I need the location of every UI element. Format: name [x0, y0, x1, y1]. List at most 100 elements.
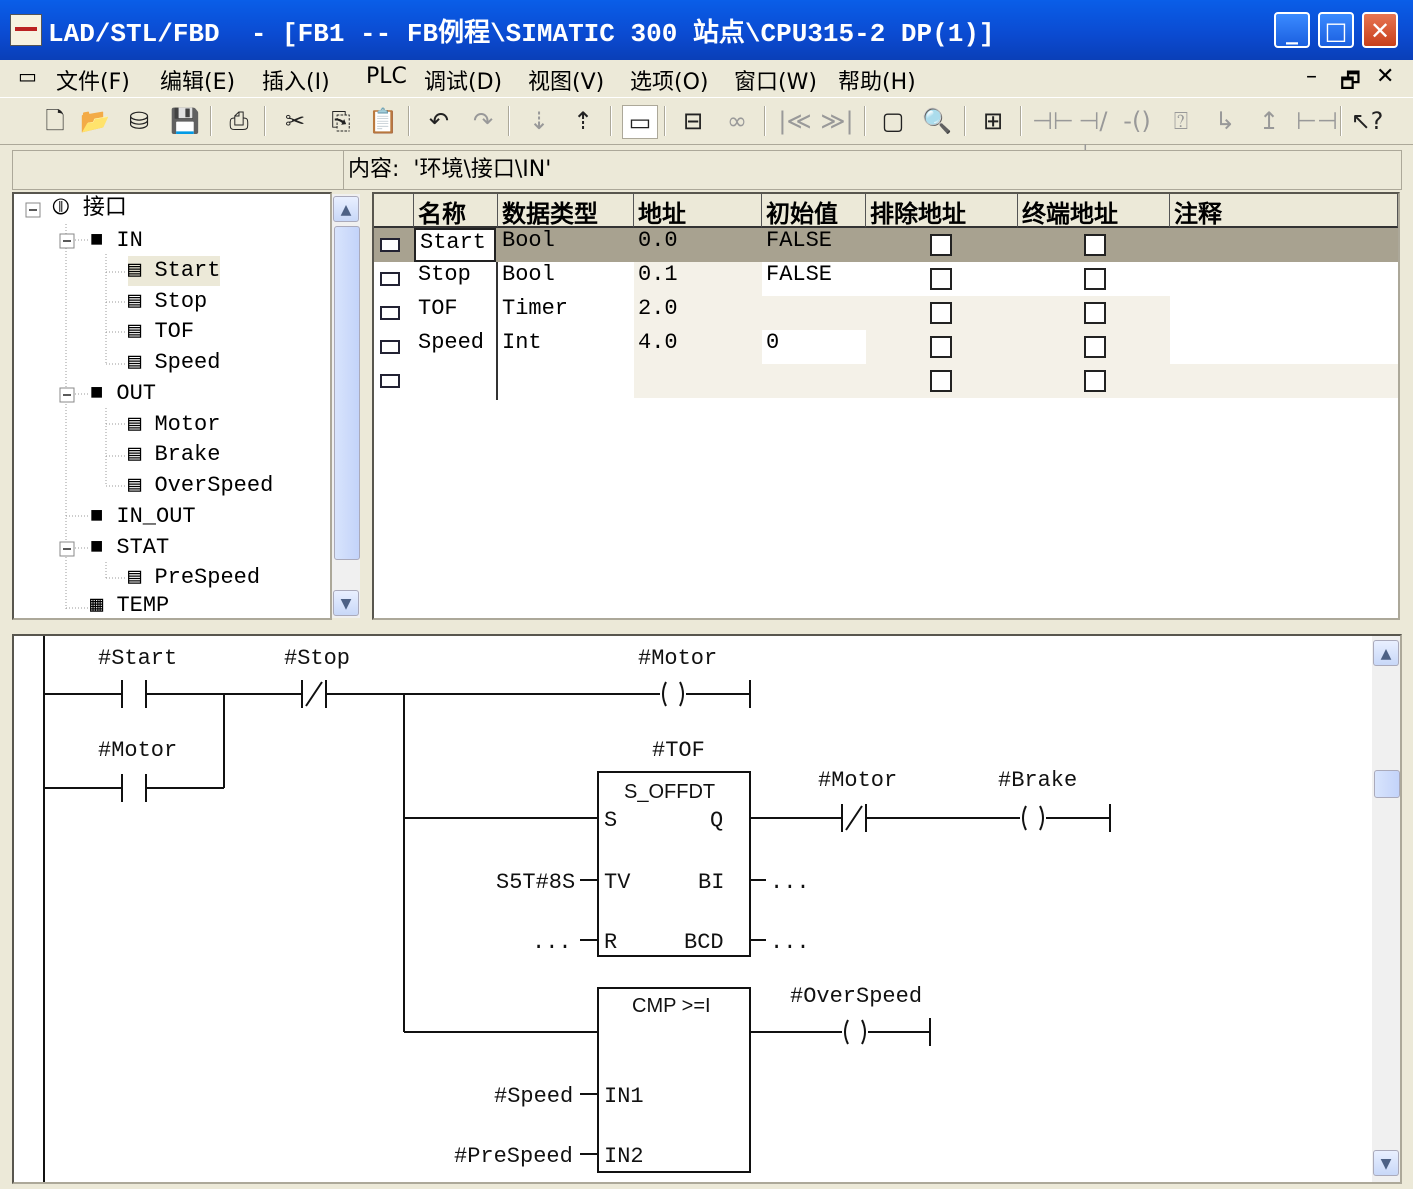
terminal-checkbox[interactable] — [1084, 370, 1106, 392]
tree-item-out[interactable]: ■ OUT — [90, 379, 156, 409]
exclude-checkbox[interactable] — [930, 234, 952, 256]
tree-item-in-out[interactable]: ■ IN_OUT — [90, 502, 196, 532]
doc-close-button[interactable]: ✕ — [1376, 64, 1394, 89]
col-exclude-header[interactable]: 排除地址 — [866, 194, 1018, 230]
bi-placeholder[interactable]: ... — [770, 870, 810, 895]
label-stop[interactable]: #Stop — [284, 646, 350, 671]
coil-icon[interactable]: -() — [1120, 105, 1154, 137]
cell-name[interactable] — [414, 364, 496, 398]
last-network-icon[interactable]: ≫| — [820, 105, 854, 137]
menu-options[interactable]: 选项(O) — [630, 64, 708, 96]
paste-icon[interactable]: 📋 — [366, 105, 400, 137]
exclude-checkbox[interactable] — [930, 268, 952, 290]
exclude-checkbox[interactable] — [930, 370, 952, 392]
connect-icon[interactable]: ⊢⊣ — [1296, 105, 1338, 137]
label-motor-contact[interactable]: #Motor — [98, 738, 177, 763]
exclude-checkbox[interactable] — [930, 336, 952, 358]
cut-icon[interactable]: ✂ — [278, 105, 312, 137]
monitor-icon[interactable]: ⊟ — [676, 105, 710, 137]
table-row[interactable]: Stop Bool 0.1 FALSE — [374, 262, 1398, 296]
maximize-button[interactable]: □ — [1318, 12, 1354, 48]
tree-item-prespeed[interactable]: ▤ PreSpeed — [128, 563, 260, 593]
tree-item-tof[interactable]: ▤ TOF — [128, 317, 194, 347]
glasses-icon[interactable]: ∞ — [720, 105, 754, 137]
tree-item-stat[interactable]: ■ STAT — [90, 533, 169, 563]
col-type-header[interactable]: 数据类型 — [498, 194, 634, 230]
label-overspeed[interactable]: #OverSpeed — [790, 984, 922, 1009]
bcd-placeholder[interactable]: ... — [770, 930, 810, 955]
col-terminal-header[interactable]: 终端地址 — [1018, 194, 1170, 230]
scroll-up-button[interactable]: ▲ — [1373, 640, 1399, 666]
label-speed[interactable]: #Speed — [494, 1084, 573, 1109]
terminal-checkbox[interactable] — [1084, 336, 1106, 358]
cell-type[interactable]: Bool — [498, 228, 634, 262]
label-prespeed[interactable]: #PreSpeed — [454, 1144, 573, 1169]
table-row[interactable] — [374, 364, 1398, 398]
col-address-header[interactable]: 地址 — [634, 194, 762, 230]
menu-help[interactable]: 帮助(H) — [838, 64, 916, 96]
new-icon[interactable]: 🗋 — [38, 105, 72, 137]
empty-box-icon[interactable]: ⍰ — [1164, 105, 1198, 137]
cell-name[interactable]: Speed — [414, 330, 496, 364]
layout-icon[interactable]: ▢ — [876, 105, 910, 137]
cell-initial[interactable]: FALSE — [762, 228, 866, 262]
print-icon[interactable]: ⎙ — [222, 105, 256, 137]
tree-item-brake[interactable]: ▤ Brake — [128, 440, 220, 470]
menu-edit[interactable]: 编辑(E) — [160, 64, 235, 96]
accessible-nodes-icon[interactable]: ⛁ — [122, 105, 156, 137]
tree-item-stop[interactable]: ▤ Stop — [128, 287, 207, 317]
label-tof[interactable]: #TOF — [652, 738, 705, 763]
exclude-checkbox[interactable] — [930, 302, 952, 324]
cell-type[interactable]: Bool — [498, 262, 634, 296]
tree-item-temp[interactable]: ▦ TEMP — [90, 594, 169, 618]
menu-file[interactable]: 文件(F) — [56, 64, 130, 96]
undo-icon[interactable]: ↶ — [422, 105, 456, 137]
terminal-checkbox[interactable] — [1084, 234, 1106, 256]
label-start[interactable]: #Start — [98, 646, 177, 671]
cell-initial[interactable]: 0 — [762, 330, 866, 364]
cell-initial[interactable]: FALSE — [762, 262, 866, 296]
redo-icon[interactable]: ↷ — [466, 105, 500, 137]
cell-name[interactable]: Stop — [414, 262, 496, 296]
doc-minimize-button[interactable]: – — [1306, 64, 1317, 89]
menu-window[interactable]: 窗口(W) — [734, 64, 817, 96]
tree-item-motor[interactable]: ▤ Motor — [128, 410, 220, 440]
upload-icon[interactable]: ⇡ — [566, 105, 600, 137]
contact-nc-icon[interactable]: ⊣/⊢ — [1076, 105, 1110, 167]
label-brake[interactable]: #Brake — [998, 768, 1077, 793]
cell-type[interactable]: Timer — [498, 296, 634, 330]
scroll-up-button[interactable]: ▲ — [333, 196, 359, 222]
tree-item-start[interactable]: ▤ Start — [128, 256, 221, 286]
scroll-down-button[interactable]: ▼ — [333, 590, 359, 616]
overview-icon[interactable]: ▭ — [622, 105, 658, 139]
label-motor-nc[interactable]: #Motor — [818, 768, 897, 793]
network-icon[interactable]: ⊞ — [976, 105, 1010, 137]
help-icon[interactable]: ↖? — [1350, 105, 1384, 137]
close-button[interactable]: ✕ — [1362, 12, 1398, 48]
col-comment-header[interactable]: 注释 — [1170, 194, 1398, 230]
cell-initial[interactable] — [762, 296, 866, 330]
ladder-scrollbar[interactable]: ▲ ▼ — [1372, 636, 1400, 1182]
cell-type[interactable] — [498, 364, 634, 398]
col-name-header[interactable]: 名称 — [414, 194, 498, 230]
cell-name[interactable]: TOF — [414, 296, 496, 330]
contact-no-icon[interactable]: ⊣⊢ — [1032, 105, 1074, 137]
tree-item-in[interactable]: ■ IN — [90, 226, 143, 256]
tree-root-interface[interactable]: ⦷ 接口 — [52, 194, 127, 224]
menu-plc[interactable]: PLC — [366, 64, 407, 89]
tree-item-speed[interactable]: ▤ Speed — [128, 348, 220, 378]
col-initial-header[interactable]: 初始值 — [762, 194, 866, 230]
tree-item-overspeed[interactable]: ▤ OverSpeed — [128, 471, 273, 501]
menu-debug[interactable]: 调试(D) — [424, 64, 502, 96]
menu-view[interactable]: 视图(V) — [528, 64, 604, 96]
download-icon[interactable]: ⇣ — [522, 105, 556, 137]
minimize-button[interactable]: _ — [1274, 12, 1310, 48]
copy-icon[interactable]: ⎘ — [324, 105, 358, 137]
terminal-checkbox[interactable] — [1084, 268, 1106, 290]
branch-close-icon[interactable]: ↥ — [1252, 105, 1286, 137]
document-icon[interactable]: ▭ — [18, 64, 37, 88]
tree-scrollbar[interactable]: ▲ ▼ — [332, 194, 360, 618]
scroll-thumb[interactable] — [1374, 770, 1400, 798]
terminal-checkbox[interactable] — [1084, 302, 1106, 324]
cell-type[interactable]: Int — [498, 330, 634, 364]
